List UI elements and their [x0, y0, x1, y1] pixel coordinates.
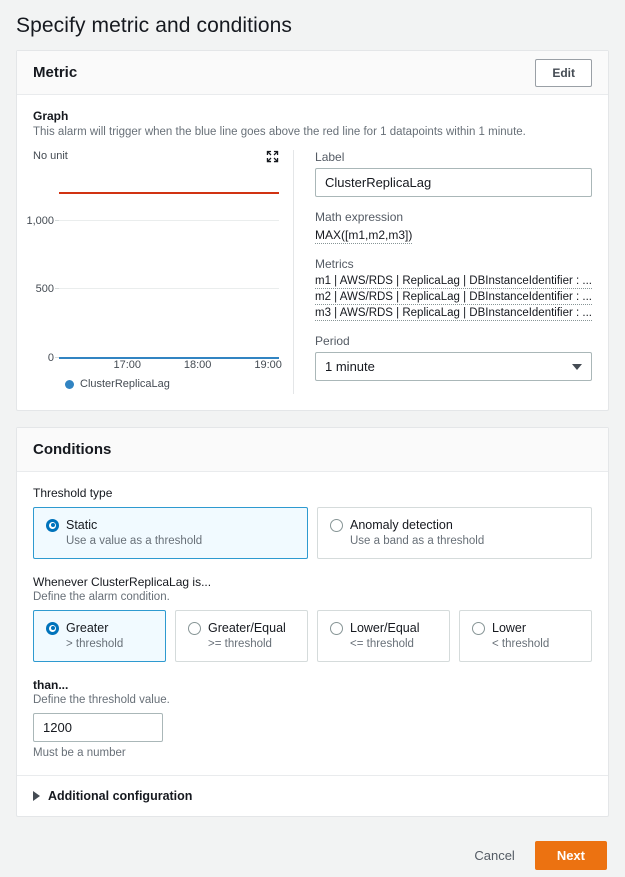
gridline-1000: 1,000	[59, 220, 279, 221]
chart-plot-area: 1,000 500 0	[59, 165, 279, 357]
option-subtitle: Use a value as a threshold	[66, 535, 295, 547]
alarm-chart: No unit	[33, 150, 279, 390]
metric-list-item[interactable]: m1 | AWS/RDS | ReplicaLag | DBInstanceId…	[315, 275, 592, 289]
label-field-label: Label	[315, 150, 592, 164]
threshold-value-label: than...	[33, 678, 592, 692]
metric-split: No unit	[33, 150, 592, 394]
threshold-value-hint: Define the threshold value.	[33, 694, 592, 706]
chart-unit-label: No unit	[33, 150, 68, 162]
option-title: Greater	[66, 621, 108, 635]
comparison-label: Whenever ClusterReplicaLag is...	[33, 575, 592, 589]
threshold-type-option-static[interactable]: Static Use a value as a threshold	[33, 507, 308, 559]
comparison-option-lower-equal[interactable]: Lower/Equal <= threshold	[317, 610, 450, 662]
ytick-label: 500	[36, 283, 54, 295]
comparison-option-greater[interactable]: Greater > threshold	[33, 610, 166, 662]
option-title: Static	[66, 518, 97, 532]
additional-configuration-label: Additional configuration	[48, 789, 192, 803]
comparison-options: Greater > threshold Greater/Equal >= thr…	[33, 610, 592, 662]
graph-description: This alarm will trigger when the blue li…	[33, 125, 592, 140]
conditions-section-title: Conditions	[33, 441, 111, 458]
period-label: Period	[315, 334, 592, 348]
metric-list-item[interactable]: m2 | AWS/RDS | ReplicaLag | DBInstanceId…	[315, 291, 592, 305]
metric-list-item[interactable]: m3 | AWS/RDS | ReplicaLag | DBInstanceId…	[315, 307, 592, 321]
radio-icon	[46, 622, 59, 635]
option-title: Lower/Equal	[350, 621, 420, 635]
comparison-hint: Define the alarm condition.	[33, 591, 592, 603]
chart-top-bar: No unit	[33, 150, 279, 163]
graph-label: Graph	[33, 109, 592, 123]
metric-card: Metric Edit Graph This alarm will trigge…	[16, 50, 609, 411]
xtick-label: 18:00	[184, 359, 212, 371]
label-field-group: Label	[315, 150, 592, 197]
xtick-label: 17:00	[113, 359, 141, 371]
ytick-label: 0	[48, 352, 54, 364]
legend-color-swatch	[65, 380, 74, 389]
radio-icon	[472, 622, 485, 635]
chevron-right-icon	[33, 791, 40, 801]
gridline-500: 500	[59, 288, 279, 289]
option-subtitle: < threshold	[492, 638, 579, 650]
metric-section-title: Metric	[33, 64, 77, 81]
option-title: Lower	[492, 621, 526, 635]
conditions-card-header: Conditions	[17, 428, 608, 472]
metric-details-column: Label Math expression MAX([m1,m2,m3]) Me…	[294, 150, 592, 394]
threshold-type-options: Static Use a value as a threshold Anomal…	[33, 507, 592, 559]
radio-icon	[330, 519, 343, 532]
cancel-button[interactable]: Cancel	[470, 842, 518, 869]
conditions-card: Conditions Threshold type Static Use a v…	[16, 427, 609, 817]
chevron-down-icon	[572, 364, 582, 370]
threshold-value-input[interactable]	[33, 713, 163, 742]
footer-actions: Cancel Next	[0, 833, 625, 877]
ytick-label: 1,000	[26, 215, 54, 227]
comparison-option-lower[interactable]: Lower < threshold	[459, 610, 592, 662]
option-subtitle: Use a band as a threshold	[350, 535, 579, 547]
math-expression-group: Math expression MAX([m1,m2,m3])	[315, 210, 592, 244]
option-title: Greater/Equal	[208, 621, 286, 635]
metrics-group: Metrics m1 | AWS/RDS | ReplicaLag | DBIn…	[315, 257, 592, 321]
radio-icon	[188, 622, 201, 635]
threshold-type-label: Threshold type	[33, 486, 592, 500]
math-expression-value[interactable]: MAX([m1,m2,m3])	[315, 228, 412, 244]
comparison-option-greater-equal[interactable]: Greater/Equal >= threshold	[175, 610, 308, 662]
edit-metric-button[interactable]: Edit	[535, 59, 592, 87]
additional-configuration-toggle[interactable]: Additional configuration	[17, 775, 608, 816]
option-subtitle: <= threshold	[350, 638, 437, 650]
chart-x-axis: 17:00 18:00 19:00	[59, 357, 279, 373]
threshold-type-option-anomaly-detection[interactable]: Anomaly detection Use a band as a thresh…	[317, 507, 592, 559]
period-group: Period 1 minute	[315, 334, 592, 381]
threshold-line	[59, 192, 279, 194]
radio-icon	[46, 519, 59, 532]
chart-legend[interactable]: ClusterReplicaLag	[65, 378, 279, 390]
expand-icon[interactable]	[266, 150, 279, 163]
option-subtitle: > threshold	[66, 638, 153, 650]
page-title: Specify metric and conditions	[0, 0, 625, 50]
threshold-value-constraint: Must be a number	[33, 747, 592, 759]
math-expression-label: Math expression	[315, 210, 592, 224]
metrics-label: Metrics	[315, 257, 592, 271]
graph-column: No unit	[33, 150, 293, 394]
label-input[interactable]	[315, 168, 592, 197]
radio-icon	[330, 622, 343, 635]
legend-label: ClusterReplicaLag	[80, 378, 170, 390]
conditions-card-body: Threshold type Static Use a value as a t…	[17, 472, 608, 775]
option-subtitle: >= threshold	[208, 638, 295, 650]
option-title: Anomaly detection	[350, 518, 453, 532]
period-selected-value: 1 minute	[325, 359, 375, 374]
period-select[interactable]: 1 minute	[315, 352, 592, 381]
metric-card-body: Graph This alarm will trigger when the b…	[17, 95, 608, 410]
metric-card-header: Metric Edit	[17, 51, 608, 95]
xtick-label: 19:00	[254, 359, 282, 371]
